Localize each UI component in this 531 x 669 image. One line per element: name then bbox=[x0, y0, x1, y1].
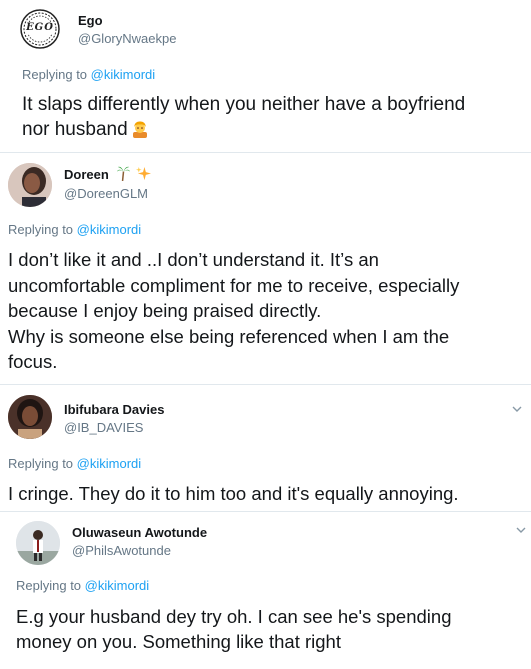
mention-link[interactable]: @kikimordi bbox=[77, 222, 141, 237]
replying-to-label: Replying to bbox=[22, 67, 88, 82]
replying-to-label: Replying to bbox=[16, 578, 82, 593]
tweet-text-line: I cringe. They do it to him too and it's… bbox=[8, 483, 459, 504]
tweet-text-line: nor husband bbox=[22, 117, 527, 142]
tweet-ibifubara: Ibifubara Davies @IB_DAVIES Replying to … bbox=[0, 385, 531, 511]
chevron-down-icon[interactable] bbox=[512, 404, 522, 414]
tweet-text-line-content: nor husband bbox=[22, 119, 128, 140]
display-name[interactable]: Ego bbox=[78, 13, 103, 28]
avatar[interactable] bbox=[16, 521, 60, 565]
replying-to: Replying to @kikimordi bbox=[8, 456, 141, 471]
display-name-row: Doreen bbox=[64, 166, 151, 184]
mention-link[interactable]: @kikimordi bbox=[77, 456, 141, 471]
chevron-down-icon[interactable] bbox=[516, 525, 526, 535]
tweet-text: I cringe. They do it to him too and it's… bbox=[8, 481, 530, 506]
replying-to-label: Replying to bbox=[8, 222, 74, 237]
avatar-logo-text: EGO bbox=[26, 22, 54, 33]
replying-to: Replying to @kikimordi bbox=[16, 578, 149, 593]
user-handle[interactable]: @DoreenGLM bbox=[64, 186, 148, 201]
display-name[interactable]: Doreen bbox=[64, 167, 109, 182]
palm-tree-emoji-icon bbox=[117, 166, 131, 182]
tweet-text-line: because I enjoy being praised directly. bbox=[8, 300, 322, 321]
tweet-text: I don’t like it and ..I don’t understand… bbox=[8, 247, 528, 375]
tweet-text-line: uncomfortable compliment for me to recei… bbox=[8, 274, 460, 296]
user-handle[interactable]: @IB_DAVIES bbox=[64, 420, 143, 435]
replying-to: Replying to @kikimordi bbox=[8, 222, 141, 237]
tweet-oluwaseun: Oluwaseun Awotunde @PhilsAwotunde Replyi… bbox=[0, 512, 531, 669]
replying-to-label: Replying to bbox=[8, 456, 74, 471]
tweet-text-line: It slaps differently when you neither ha… bbox=[22, 94, 466, 115]
tweet-text-line: focus. bbox=[8, 351, 58, 372]
person-with-blond-hair-emoji-icon bbox=[132, 121, 147, 138]
tweet-text-line: E.g your husband dey try oh. I can see h… bbox=[16, 606, 452, 627]
mention-link[interactable]: @kikimordi bbox=[85, 578, 149, 593]
sparkles-emoji-icon bbox=[135, 166, 151, 181]
avatar[interactable] bbox=[8, 395, 52, 439]
tweet-text: It slaps differently when you neither ha… bbox=[22, 92, 527, 142]
tweet-text: E.g your husband dey try oh. I can see h… bbox=[16, 604, 526, 654]
tweet-text-line: money on you. Something like that right bbox=[16, 631, 341, 652]
tweet-text-line: I don’t like it and ..I don’t understand… bbox=[8, 249, 379, 270]
display-name[interactable]: Oluwaseun Awotunde bbox=[72, 525, 207, 540]
tweet-text-line: Why is someone else being referenced whe… bbox=[8, 325, 450, 347]
avatar-photo-icon bbox=[8, 395, 52, 439]
tweet-ego: EGO Ego @GloryNwaekpe Replying to @kikim… bbox=[0, 0, 531, 152]
tweet-doreen: Doreen @DoreenGLM Replying to @kikimordi… bbox=[0, 153, 531, 383]
avatar[interactable] bbox=[8, 163, 52, 207]
avatar-photo-icon bbox=[16, 521, 60, 565]
user-handle[interactable]: @GloryNwaekpe bbox=[78, 31, 176, 46]
user-handle[interactable]: @PhilsAwotunde bbox=[72, 543, 171, 558]
mention-link[interactable]: @kikimordi bbox=[91, 67, 155, 82]
replying-to: Replying to @kikimordi bbox=[22, 67, 155, 82]
avatar-photo-icon bbox=[8, 163, 52, 207]
avatar[interactable]: EGO bbox=[20, 9, 60, 49]
display-name[interactable]: Ibifubara Davies bbox=[64, 402, 164, 417]
